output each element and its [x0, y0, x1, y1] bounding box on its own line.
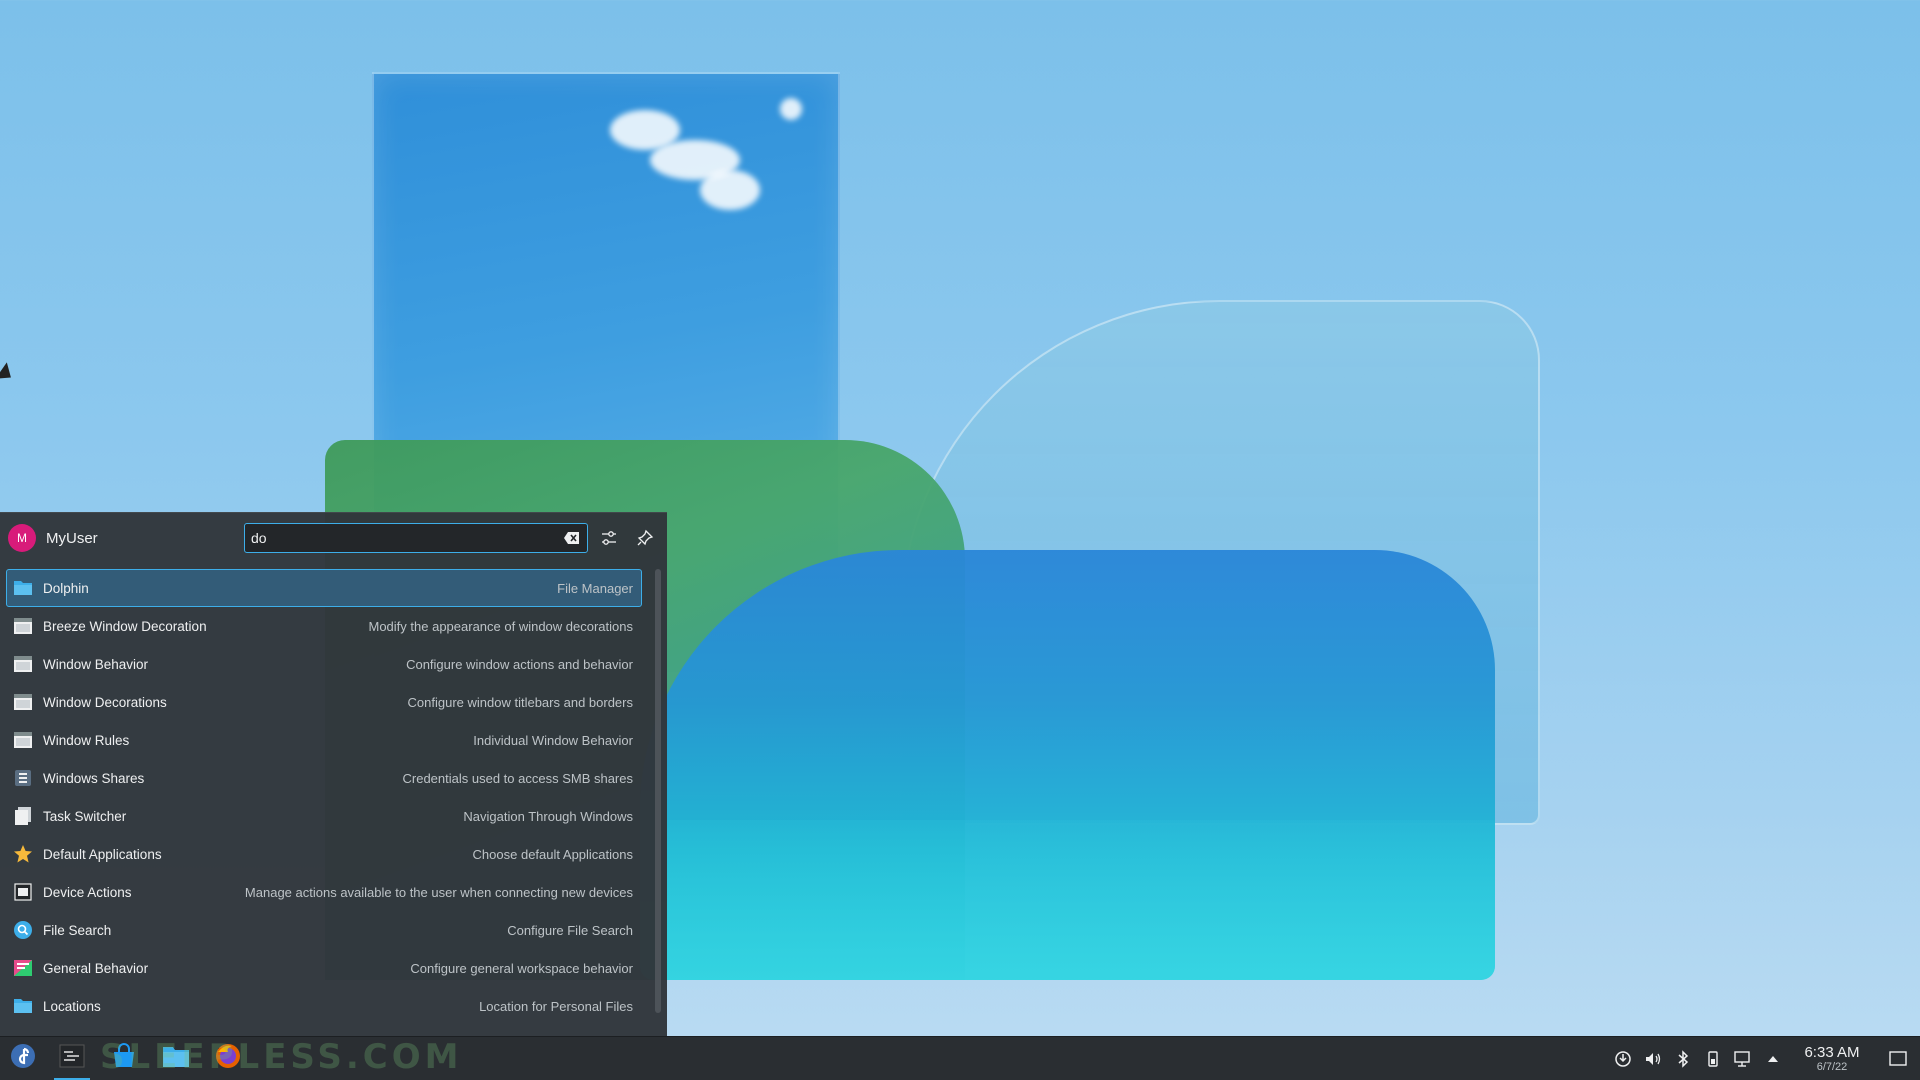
result-description: Configure window actions and behavior — [406, 656, 633, 672]
result-description: Manage actions available to the user whe… — [244, 884, 633, 900]
user-avatar[interactable]: M — [8, 524, 36, 552]
result-description: Location for Personal Files — [479, 998, 633, 1014]
wallpaper-cloud — [780, 98, 802, 120]
folder-icon — [13, 996, 33, 1016]
clear-search-icon[interactable] — [563, 531, 581, 545]
launcher-header: M MyUser — [0, 513, 667, 563]
result-name: Window Behavior — [43, 656, 149, 672]
watermark-text: SLEEPLESS.COM — [100, 1037, 463, 1077]
result-name: Windows Shares — [43, 770, 145, 786]
result-item[interactable]: Window Rules Individual Window Behavior — [6, 721, 642, 759]
result-description: Modify the appearance of window decorati… — [368, 618, 634, 634]
window-icon — [13, 692, 33, 712]
settings-icon — [13, 958, 33, 978]
result-item[interactable]: Window Decorations Configure window title… — [6, 683, 642, 721]
device-icon — [13, 882, 33, 902]
folder-icon — [13, 578, 33, 598]
window-icon — [13, 730, 33, 750]
configure-icon[interactable] — [598, 527, 620, 549]
result-item[interactable]: File Search Configure File Search — [6, 911, 642, 949]
result-name: File Search — [43, 922, 112, 938]
clock-time: 6:33 AM — [1804, 1043, 1860, 1061]
result-item[interactable]: Breeze Window Decoration Modify the appea… — [6, 607, 642, 645]
result-item[interactable]: General Behavior Configure general worksp… — [6, 949, 642, 987]
wallpaper-cloud — [700, 170, 760, 210]
taskbar-terminal-button[interactable] — [46, 1037, 98, 1080]
result-name: Dolphin — [43, 580, 89, 596]
result-name: Window Decorations — [43, 694, 167, 710]
star-icon — [13, 844, 33, 864]
result-name: Default Applications — [43, 846, 162, 862]
result-name: Device Actions — [43, 884, 132, 900]
fedora-logo-icon — [9, 1042, 37, 1075]
user-name: MyUser — [46, 529, 98, 547]
result-name: Locations — [43, 998, 101, 1014]
result-name: General Behavior — [43, 960, 149, 976]
clock-date: 6/7/22 — [1816, 1061, 1848, 1074]
result-name: Breeze Window Decoration — [43, 618, 207, 634]
system-tray: 6:33 AM 6/7/22 — [1608, 1037, 1920, 1080]
search-input[interactable] — [251, 530, 563, 546]
results-scrollbar[interactable] — [655, 569, 661, 1013]
result-name: Window Rules — [43, 732, 130, 748]
show-desktop-icon[interactable] — [1876, 1037, 1920, 1080]
pin-icon[interactable] — [634, 527, 656, 549]
tray-update-icon[interactable] — [1608, 1037, 1638, 1080]
result-description: Configure File Search — [507, 922, 633, 938]
tray-volume-icon[interactable] — [1638, 1037, 1668, 1080]
result-item[interactable]: Task Switcher Navigation Through Windows — [6, 797, 642, 835]
window-icon — [13, 616, 33, 636]
result-description: Navigation Through Windows — [463, 808, 633, 824]
result-item[interactable]: Windows Shares Credentials used to access… — [6, 759, 642, 797]
tray-network-icon[interactable] — [1728, 1037, 1758, 1080]
result-description: Choose default Applications — [472, 846, 633, 862]
application-launcher-button[interactable] — [0, 1037, 46, 1080]
task-switcher-icon — [13, 806, 33, 826]
result-item[interactable]: Window Behavior Configure window actions … — [6, 645, 642, 683]
window-icon — [13, 654, 33, 674]
result-description: File Manager — [557, 580, 633, 596]
tray-bluetooth-icon[interactable] — [1668, 1037, 1698, 1080]
network-share-icon — [13, 768, 33, 788]
result-item[interactable]: Dolphin File Manager — [6, 569, 642, 607]
terminal-icon — [59, 1044, 85, 1073]
search-field[interactable] — [244, 523, 588, 553]
digital-clock[interactable]: 6:33 AM 6/7/22 — [1788, 1043, 1876, 1074]
result-description: Configure general workspace behavior — [410, 960, 633, 976]
tray-removable-device-icon[interactable] — [1698, 1037, 1728, 1080]
tray-expand-chevron-icon[interactable] — [1758, 1037, 1788, 1080]
result-name: Task Switcher — [43, 808, 127, 824]
result-description: Credentials used to access SMB shares — [402, 770, 634, 786]
result-item[interactable]: Default Applications Choose default Appli… — [6, 835, 642, 873]
application-launcher: M MyUser Dolphi — [0, 512, 667, 1036]
wallpaper-glow — [640, 820, 1495, 980]
result-item[interactable]: Locations Location for Personal Files — [6, 987, 642, 1025]
result-description: Individual Window Behavior — [473, 732, 633, 748]
result-description: Configure window titlebars and borders — [407, 694, 633, 710]
result-item[interactable]: Device Actions Manage actions available t… — [6, 873, 642, 911]
search-icon — [13, 920, 33, 940]
search-results-list: Dolphin File Manager Breeze Window Decorat… — [6, 569, 642, 1037]
